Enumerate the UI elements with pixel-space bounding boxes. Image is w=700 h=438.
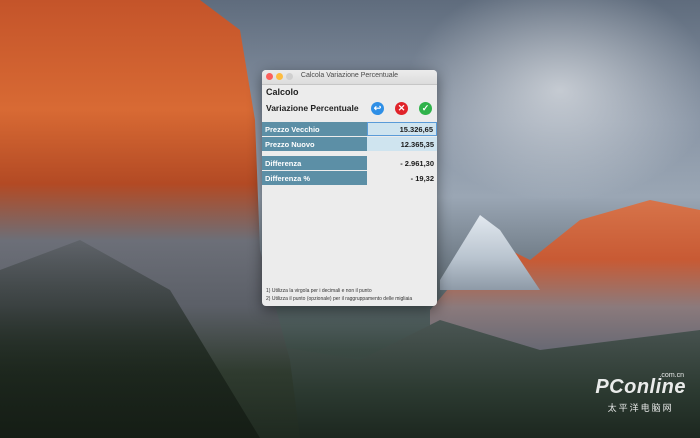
difference-label: Differenza xyxy=(262,156,367,170)
calculate-button[interactable]: ✓ xyxy=(419,102,432,115)
new-price-label: Prezzo Nuovo xyxy=(262,137,367,151)
page-subtitle: Variazione Percentuale xyxy=(266,103,359,113)
back-arrow-icon: ↩ xyxy=(373,103,382,113)
window-title: Calcola Variazione Percentuale xyxy=(300,72,399,79)
old-price-label: Prezzo Vecchio xyxy=(262,122,367,136)
result-row-difference-percent: Differenza % - 19,32 xyxy=(262,171,437,185)
title-bar[interactable]: Calcola Variazione Percentuale xyxy=(262,70,437,85)
new-price-field[interactable]: 12.365,35 xyxy=(367,137,437,151)
app-window: Calcola Variazione Percentuale Calcolo V… xyxy=(262,70,437,306)
input-row-old-price: Prezzo Vecchio 15.326,65 xyxy=(262,122,437,136)
close-icon: ✕ xyxy=(397,103,406,113)
watermark-logo-text: PConline xyxy=(595,376,686,398)
note-item: 1) Utilizza la virgola per i decimali e … xyxy=(266,288,372,294)
usage-notes: 1) Utilizza la virgola per i decimali e … xyxy=(266,287,412,303)
difference-value: - 2.961,30 xyxy=(367,156,437,170)
back-button[interactable]: ↩ xyxy=(371,102,384,115)
checkmark-icon: ✓ xyxy=(421,103,430,113)
difference-percent-value: - 19,32 xyxy=(367,171,437,185)
page-title: Calcolo xyxy=(266,87,299,97)
result-row-difference: Differenza - 2.961,30 xyxy=(262,156,437,170)
old-price-field[interactable]: 15.326,65 xyxy=(367,122,437,136)
cancel-button[interactable]: ✕ xyxy=(395,102,408,115)
input-row-new-price: Prezzo Nuovo 12.365,35 xyxy=(262,137,437,151)
difference-percent-label: Differenza % xyxy=(262,171,367,185)
watermark: .com.cn PConline 太平洋电脑网 xyxy=(595,372,686,414)
note-item: 2) Utilizza il punto (opzionale) per il … xyxy=(266,296,413,302)
watermark-domain: .com.cn xyxy=(659,372,684,379)
watermark-subtitle: 太平洋电脑网 xyxy=(607,403,674,413)
